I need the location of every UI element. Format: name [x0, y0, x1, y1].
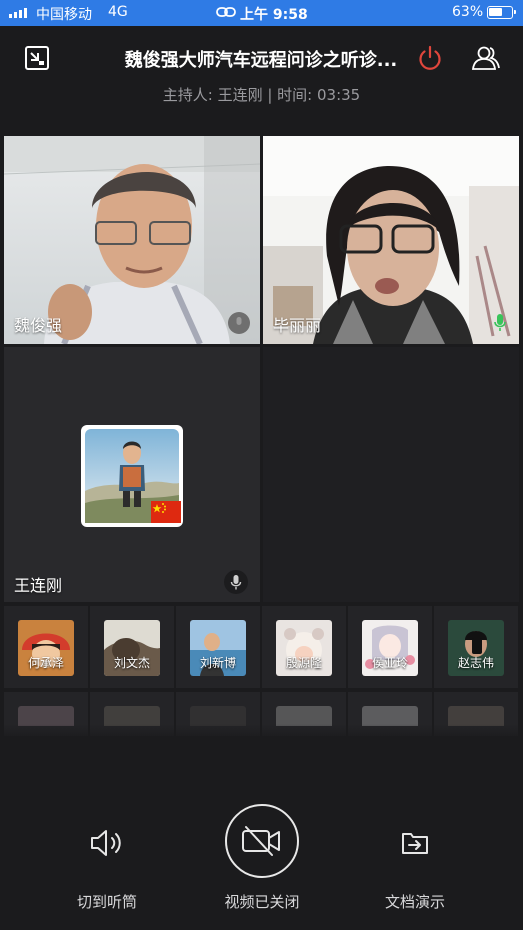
participant-avatar-partial: [104, 706, 160, 726]
network-type: 4G: [108, 4, 128, 20]
video-tile-bilili[interactable]: 毕丽丽: [263, 136, 519, 344]
minimize-button[interactable]: [21, 42, 53, 74]
participant-avatar-partial: [190, 706, 246, 726]
document-label: 文档演示: [384, 893, 445, 911]
mic-muted-icon: [228, 312, 250, 334]
meeting-title: 魏俊强大师汽车远程问诊之听诊...: [124, 50, 398, 71]
participant-name: 王连刚: [14, 576, 63, 595]
battery-percentage: 63%: [452, 4, 484, 20]
participant-label: 侯亚玲: [371, 656, 408, 670]
power-icon: [419, 45, 441, 70]
participant-thumb[interactable]: 刘文杰: [90, 606, 174, 688]
mic-active-icon: [489, 312, 511, 334]
minimize-icon: [25, 46, 49, 70]
participant-avatar-partial: [362, 706, 418, 726]
speaker-icon: [91, 830, 121, 856]
toggle-video-button[interactable]: 视频已关闭: [202, 800, 322, 915]
video-label: 视频已关闭: [224, 893, 300, 911]
switch-to-earpiece-button[interactable]: 切到听筒: [47, 800, 167, 915]
participant-label: 殷源隆: [285, 656, 322, 670]
document-share-button[interactable]: 文档演示: [355, 800, 475, 915]
participant-name: 魏俊强: [14, 316, 63, 335]
participant-strip[interactable]: 何承泽 刘文杰 刘新博 殷源隆 侯亚玲 赵志伟: [0, 606, 523, 736]
participant-label: 刘新博: [199, 656, 236, 670]
empty-video-slot: [263, 347, 519, 602]
participant-avatar-partial: [448, 706, 504, 726]
participant-thumb[interactable]: 赵志伟: [434, 606, 518, 688]
participants-button[interactable]: [470, 42, 502, 74]
participant-thumb[interactable]: 侯亚玲: [348, 606, 432, 688]
strip-fade: [0, 724, 523, 740]
participant-label: 赵志伟: [457, 656, 494, 670]
participant-name: 毕丽丽: [273, 316, 322, 335]
share-document-icon-wrap: [355, 820, 475, 866]
clock: 上午 9:58: [240, 7, 308, 23]
speaker-icon-wrap: [47, 820, 167, 866]
video-tile-weijunqiang[interactable]: 魏俊强: [4, 136, 260, 344]
earpiece-label: 切到听筒: [76, 893, 137, 911]
participant-thumb[interactable]: 刘新博: [176, 606, 260, 688]
avatar: [81, 425, 183, 527]
video-toggle-ring: [225, 804, 299, 878]
screen-mirroring-icon: [216, 5, 236, 23]
video-tile-wanglian-gang[interactable]: 王连刚: [4, 347, 260, 602]
china-flag-icon: [151, 501, 181, 523]
participants-icon: [471, 46, 500, 70]
signal-strength-icon: [9, 8, 27, 18]
mic-icon: [224, 570, 248, 594]
host-and-duration: 主持人: 王连刚 | 时间: 03:35: [162, 86, 361, 104]
participant-label: 刘文杰: [113, 656, 150, 670]
share-document-icon: [402, 833, 428, 854]
hangup-button[interactable]: [414, 42, 446, 74]
carrier-name: 中国移动: [36, 7, 92, 23]
participant-avatar-partial: [276, 706, 332, 726]
participant-label: 何承泽: [27, 656, 64, 670]
battery-icon: [487, 6, 516, 19]
status-bar: 中国移动 4G 上午 9:58 63%: [0, 0, 523, 26]
video-off-icon: [242, 826, 280, 856]
participant-thumb[interactable]: 殷源隆: [262, 606, 346, 688]
participant-thumb[interactable]: 何承泽: [4, 606, 88, 688]
participant-avatar-partial: [18, 706, 74, 726]
